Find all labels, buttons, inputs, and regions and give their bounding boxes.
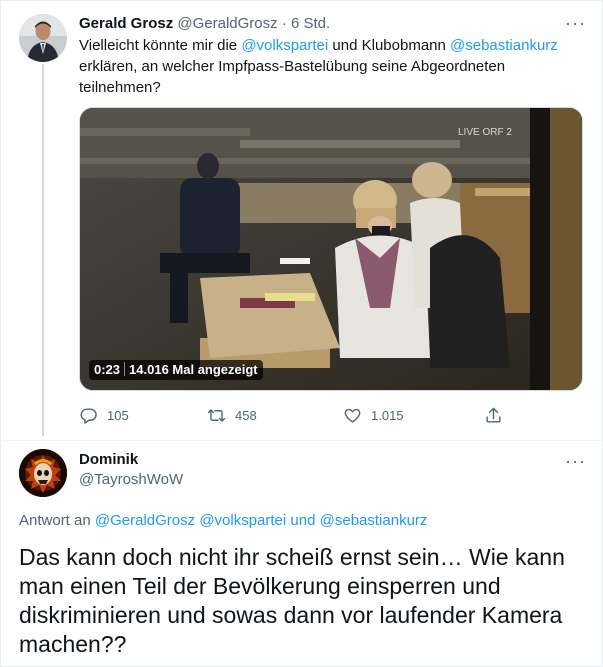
tweet2-text: Das kann doch nicht ihr scheiß ernst sei… [19,544,565,657]
tweet1-text: Vielleicht könnte mir die @volkspartei u… [79,35,579,98]
author-name[interactable]: Gerald Grosz [79,15,173,32]
more-icon[interactable]: ··· [565,14,586,32]
video-time: 0:23 [94,362,121,377]
reply-button[interactable]: 105 [79,404,129,426]
like-count: 1.015 [371,407,404,423]
video-views: 14.016 Mal angezeigt [129,362,258,377]
mention-link[interactable]: @sebastiankurz [320,512,428,529]
reply-prefix: Antwort an [19,512,95,529]
mention-link[interactable]: @GeraldGrosz [95,512,195,529]
avatar-gerald-grosz[interactable] [19,14,67,62]
badge-separator [124,362,126,376]
video-player[interactable]: LIVE ORF 2 [79,107,583,391]
video-overlay-text: LIVE ORF 2 [458,127,512,138]
tweet-time[interactable]: 6 Std. [291,15,330,32]
author-name[interactable]: Dominik [79,451,138,468]
thread-line [42,64,44,436]
heart-icon [344,408,361,423]
video-frame: LIVE ORF 2 [80,108,582,390]
like-button[interactable]: 1.015 [343,404,404,426]
reply-and: und [286,512,320,529]
divider [0,440,603,441]
tweet-text-part: und Klubobmann [328,37,451,54]
reply-count: 105 [107,407,129,423]
author-handle[interactable]: @GeraldGrosz [177,15,277,32]
share-icon [486,407,501,423]
retweet-button[interactable]: 458 [207,404,257,426]
retweet-count: 458 [235,407,257,423]
retweet-icon [207,408,226,422]
tweet-text-part: Vielleicht könnte mir die [79,37,242,54]
reply-icon [80,407,97,424]
separator-dot: · [281,15,287,32]
author-handle[interactable]: @TayroshWoW [79,471,183,488]
reply-to-line: Antwort an @GeraldGrosz @volkspartei und… [19,512,427,529]
video-info-badge: 0:23 14.016 Mal angezeigt [89,360,263,380]
mention-link[interactable]: @volkspartei [199,512,286,529]
tweet1-header: Gerald Grosz @GeraldGrosz · 6 Std. [79,14,330,34]
more-icon[interactable]: ··· [565,452,586,470]
avatar-dominik[interactable] [19,449,67,497]
tweet-text-part: erklären, an welcher Impfpass-Bastelübun… [79,58,506,96]
mention-link[interactable]: @volkspartei [241,37,328,54]
mention-link[interactable]: @sebastiankurz [450,37,558,54]
tweet1-actions: 105 458 1.015 [79,404,509,426]
share-button[interactable] [484,404,512,426]
